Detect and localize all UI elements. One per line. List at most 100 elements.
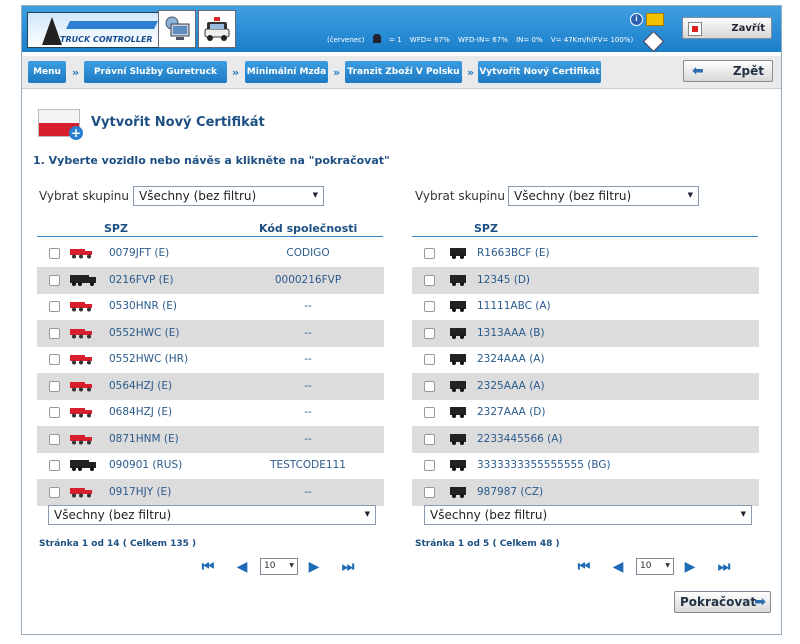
- row-checkbox[interactable]: [49, 354, 60, 365]
- row-spz[interactable]: 0871HNM (E): [109, 433, 179, 445]
- mail-icon[interactable]: [646, 13, 664, 26]
- row-spz[interactable]: 0552HWC (HR): [109, 353, 188, 365]
- last-page-icon[interactable]: ⏭: [714, 558, 734, 576]
- breadcrumb-menu[interactable]: Menu: [28, 61, 66, 83]
- row-spz[interactable]: 1313AAA (B): [477, 327, 545, 339]
- row-spz[interactable]: 0530HNR (E): [109, 300, 177, 312]
- row-checkbox[interactable]: [49, 301, 60, 312]
- table-row[interactable]: 3333333355555555 (BG): [412, 452, 759, 479]
- row-company-code: TESTCODE111: [270, 459, 346, 471]
- row-checkbox[interactable]: [424, 327, 435, 339]
- table-row[interactable]: 0871HNM (E) --: [37, 425, 384, 453]
- row-checkbox[interactable]: [49, 486, 60, 498]
- table-row[interactable]: 2233445566 (A): [412, 425, 759, 453]
- row-checkbox[interactable]: [49, 274, 60, 286]
- table-row[interactable]: 2325AAA (A): [412, 372, 759, 400]
- table-row[interactable]: 0216FVP (E) 0000216FVP: [37, 266, 384, 294]
- next-page-icon[interactable]: ▶: [304, 558, 324, 576]
- row-checkbox[interactable]: [49, 407, 60, 418]
- row-spz[interactable]: 2233445566 (A): [477, 433, 563, 445]
- row-checkbox[interactable]: [424, 486, 435, 498]
- breadcrumb-separator: »: [333, 66, 341, 79]
- table-row[interactable]: 2327AAA (D): [412, 399, 759, 426]
- trailer-icon: [448, 248, 468, 262]
- right-bottom-filter[interactable]: Všechny (bez filtru) ▼: [424, 505, 752, 525]
- police-car-icon[interactable]: [198, 10, 236, 48]
- row-spz[interactable]: 090901 (RUS): [109, 459, 182, 471]
- row-spz[interactable]: 2324AAA (A): [477, 353, 545, 365]
- table-row[interactable]: 0552HWC (E) --: [37, 319, 384, 347]
- table-row[interactable]: 0564HZJ (E) --: [37, 372, 384, 400]
- row-checkbox[interactable]: [49, 460, 60, 471]
- continue-button[interactable]: Pokračovat ➡: [674, 591, 771, 613]
- network-computer-icon[interactable]: [158, 10, 196, 48]
- breadcrumb-separator: »: [467, 66, 475, 79]
- left-bottom-filter[interactable]: Všechny (bez filtru) ▼: [48, 505, 376, 525]
- row-checkbox[interactable]: [424, 460, 435, 471]
- truck-controller-logo[interactable]: TRUCK CONTROLLER: [27, 12, 159, 48]
- row-checkbox[interactable]: [49, 433, 60, 445]
- table-row[interactable]: 0530HNR (E) --: [37, 293, 384, 320]
- stat-in: IN= 0%: [516, 36, 543, 44]
- help-icon[interactable]: [642, 30, 665, 53]
- back-button-label: Zpět: [732, 64, 764, 78]
- row-spz[interactable]: 0552HWC (E): [109, 327, 180, 339]
- row-checkbox[interactable]: [424, 433, 435, 445]
- truck-icon: [69, 274, 97, 289]
- row-checkbox[interactable]: [424, 380, 435, 392]
- table-row[interactable]: 1313AAA (B): [412, 319, 759, 347]
- table-row[interactable]: R1663BCF (E): [412, 240, 759, 267]
- row-checkbox[interactable]: [49, 248, 60, 259]
- trailer-icon: [69, 381, 93, 395]
- breadcrumb-transit-poland[interactable]: Tranzit Zboží V Polsku: [345, 61, 462, 83]
- breadcrumb-new-certificate[interactable]: Vytvořit Nový Certifikát: [478, 61, 601, 83]
- row-checkbox[interactable]: [424, 407, 435, 418]
- row-spz[interactable]: 0917HJY (E): [109, 486, 171, 498]
- row-checkbox[interactable]: [424, 354, 435, 365]
- next-page-icon[interactable]: ▶: [680, 558, 700, 576]
- add-icon: +: [69, 126, 83, 140]
- prev-page-icon[interactable]: ◀: [232, 558, 252, 576]
- right-group-label: Vybrat skupinu: [415, 189, 506, 203]
- breadcrumb-legal-services[interactable]: Právní Služby Guretruck: [84, 61, 227, 83]
- row-spz[interactable]: 0079JFT (E): [109, 247, 169, 259]
- table-row[interactable]: 090901 (RUS) TESTCODE111: [37, 452, 384, 479]
- row-spz[interactable]: 12345 (D): [477, 274, 530, 286]
- close-button[interactable]: Zavřít: [682, 17, 772, 39]
- row-checkbox[interactable]: [424, 274, 435, 286]
- table-row[interactable]: 11111ABC (A): [412, 293, 759, 320]
- first-page-icon[interactable]: ⏮: [198, 558, 218, 576]
- row-spz[interactable]: 0216FVP (E): [109, 274, 173, 286]
- table-row[interactable]: 0684HZJ (E) --: [37, 399, 384, 426]
- prev-page-icon[interactable]: ◀: [608, 558, 628, 576]
- first-page-icon[interactable]: ⏮: [574, 558, 594, 576]
- row-checkbox[interactable]: [49, 327, 60, 339]
- info-icon[interactable]: i: [630, 13, 643, 26]
- breadcrumb-minimum-wage[interactable]: Minimální Mzda: [245, 61, 328, 83]
- left-group-select[interactable]: Všechny (bez filtru) ▼: [133, 186, 324, 206]
- table-row[interactable]: 0079JFT (E) CODIGO: [37, 240, 384, 267]
- breadcrumb: Menu » Právní Služby Guretruck » Minimál…: [22, 56, 781, 89]
- row-spz[interactable]: 2327AAA (D): [477, 406, 545, 418]
- back-button[interactable]: ⬅ Zpět: [683, 60, 773, 82]
- row-spz[interactable]: 0564HZJ (E): [109, 380, 172, 392]
- row-spz[interactable]: 3333333355555555 (BG): [477, 459, 611, 471]
- row-checkbox[interactable]: [424, 301, 435, 312]
- table-row[interactable]: 12345 (D): [412, 266, 759, 294]
- right-group-select[interactable]: Všechny (bez filtru) ▼: [508, 186, 699, 206]
- row-spz[interactable]: 0684HZJ (E): [109, 406, 172, 418]
- table-row[interactable]: 2324AAA (A): [412, 346, 759, 373]
- right-page-size-select[interactable]: 10 ▼: [636, 558, 674, 575]
- table-row[interactable]: 987987 (CZ): [412, 478, 759, 506]
- table-row[interactable]: 0552HWC (HR) --: [37, 346, 384, 373]
- row-checkbox[interactable]: [49, 380, 60, 392]
- table-row[interactable]: 0917HJY (E) --: [37, 478, 384, 506]
- row-checkbox[interactable]: [424, 248, 435, 259]
- row-spz[interactable]: R1663BCF (E): [477, 247, 550, 259]
- row-spz[interactable]: 987987 (CZ): [477, 486, 543, 498]
- row-spz[interactable]: 11111ABC (A): [477, 300, 551, 312]
- truck-icon: [69, 460, 97, 474]
- last-page-icon[interactable]: ⏭: [338, 558, 358, 576]
- row-spz[interactable]: 2325AAA (A): [477, 380, 545, 392]
- left-page-size-select[interactable]: 10 ▼: [260, 558, 298, 575]
